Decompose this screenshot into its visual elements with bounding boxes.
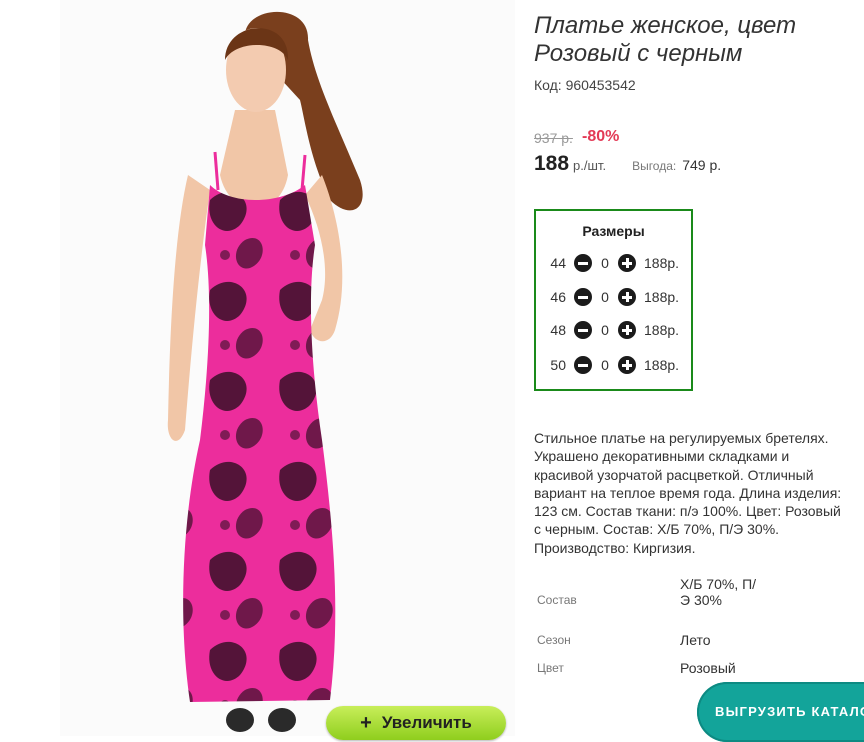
size-price: 188р. — [644, 255, 680, 271]
zoom-button-label: Увеличить — [381, 713, 472, 732]
size-quantity: 0 — [601, 255, 609, 271]
size-quantity: 0 — [601, 357, 609, 373]
plus-icon: + — [360, 712, 372, 734]
minus-circle-icon[interactable] — [574, 254, 592, 272]
size-quantity: 0 — [601, 289, 609, 305]
benefit-label: Выгода: — [632, 159, 677, 173]
size-label: 50 — [550, 357, 566, 373]
plus-circle-icon[interactable] — [618, 356, 636, 374]
minus-circle-icon[interactable] — [574, 288, 592, 306]
minus-circle-icon[interactable] — [574, 321, 592, 339]
attribute-value: Розовый — [680, 660, 736, 676]
benefit-value: 749 р. — [682, 157, 722, 173]
export-catalog-button[interactable]: ВЫГРУЗИТЬ КАТАЛОГ — [697, 682, 864, 742]
size-label: 46 — [550, 289, 566, 305]
size-price: 188р. — [644, 357, 680, 373]
size-row: 46 0 188р. — [536, 287, 691, 307]
size-row: 50 0 188р. — [536, 355, 691, 375]
product-photo[interactable] — [60, 0, 515, 736]
product-title: Платье женское, цвет Розовый с черным — [534, 12, 797, 67]
price-unit: р./шт. — [573, 158, 607, 173]
plus-circle-icon[interactable] — [618, 254, 636, 272]
old-price: 937 р. — [534, 130, 573, 146]
attribute-value: Лето — [680, 632, 711, 648]
current-price: 188 — [534, 152, 570, 175]
price-row: 188 р./шт. Выгода: 749 р. — [534, 152, 721, 176]
plus-circle-icon[interactable] — [618, 288, 636, 306]
product-code: Код: 960453542 — [534, 77, 636, 93]
attribute-label: Цвет — [537, 661, 564, 675]
size-label: 44 — [550, 255, 566, 271]
discount-badge: -80% — [582, 128, 620, 145]
sizes-title: Размеры — [582, 223, 645, 239]
minus-circle-icon[interactable] — [574, 356, 592, 374]
plus-circle-icon[interactable] — [618, 321, 636, 339]
zoom-button[interactable]: + Увеличить — [326, 706, 506, 740]
sizes-panel: Размеры 44 0 188р. 46 0 188р. 48 0 188р.… — [534, 209, 693, 391]
size-price: 188р. — [644, 322, 680, 338]
product-description: Стильное платье на регулируемых бретелях… — [534, 430, 842, 556]
size-row: 44 0 188р. — [536, 253, 691, 273]
size-label: 48 — [550, 322, 566, 338]
size-row: 48 0 188р. — [536, 320, 691, 340]
attribute-label: Сезон — [537, 633, 571, 647]
attribute-label: Состав — [537, 593, 577, 607]
attribute-value: Х/Б 70%, П/Э 30% — [680, 576, 757, 608]
size-quantity: 0 — [601, 322, 609, 338]
size-price: 188р. — [644, 289, 680, 305]
